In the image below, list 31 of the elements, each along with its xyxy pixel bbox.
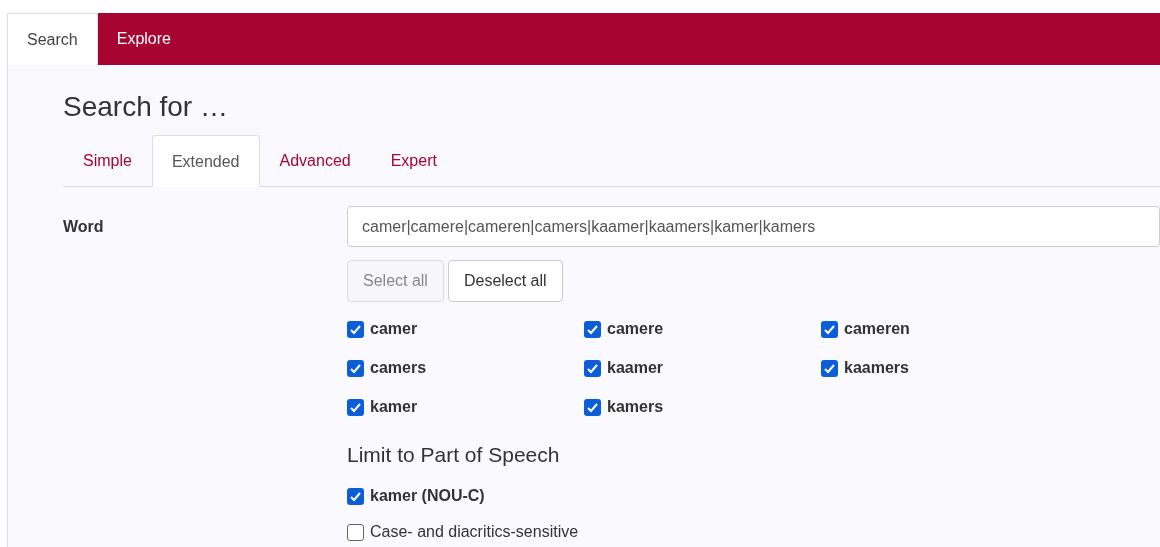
mode-tab[interactable]: Simple [63,135,152,186]
checkbox[interactable] [584,359,601,377]
field-label: Word [63,218,104,235]
nav-tab[interactable]: Explore [97,13,190,65]
deselect-all-button[interactable]: Deselect all [447,260,563,302]
option-label: camer [370,320,418,338]
option-label: kamer (NOU-C) [370,487,485,505]
mode-tab[interactable]: Advanced [259,135,371,186]
option-label: Case- and diacritics-sensitive [370,523,579,541]
mode-tab[interactable]: Expert [370,135,457,186]
option-label: camers [370,359,427,377]
checkbox[interactable] [347,523,364,541]
option-label: kaamer [607,359,664,377]
option-label: kamers [607,398,664,416]
option-label: cameren [844,320,910,338]
mode-tab[interactable]: Extended [151,135,260,187]
section-heading: Limit to Part of Speech [347,443,561,468]
checkbox[interactable] [584,320,601,338]
word-input[interactable]: camer|camere|cameren|camers|kaamer|kaamers|kamer|kamers [347,206,1160,247]
nav-tab[interactable]: Search [7,13,98,65]
checkbox[interactable] [347,320,364,338]
checkbox[interactable] [821,359,838,377]
checkbox[interactable] [347,487,364,505]
option-label: camere [607,320,664,338]
checkbox[interactable] [347,398,364,416]
checkbox[interactable] [347,359,364,377]
option-label: kamer [370,398,418,416]
option-label: kaamers [844,359,909,377]
checkbox[interactable] [821,320,838,338]
page-heading: Search for … [63,90,229,124]
checkbox[interactable] [584,398,601,416]
